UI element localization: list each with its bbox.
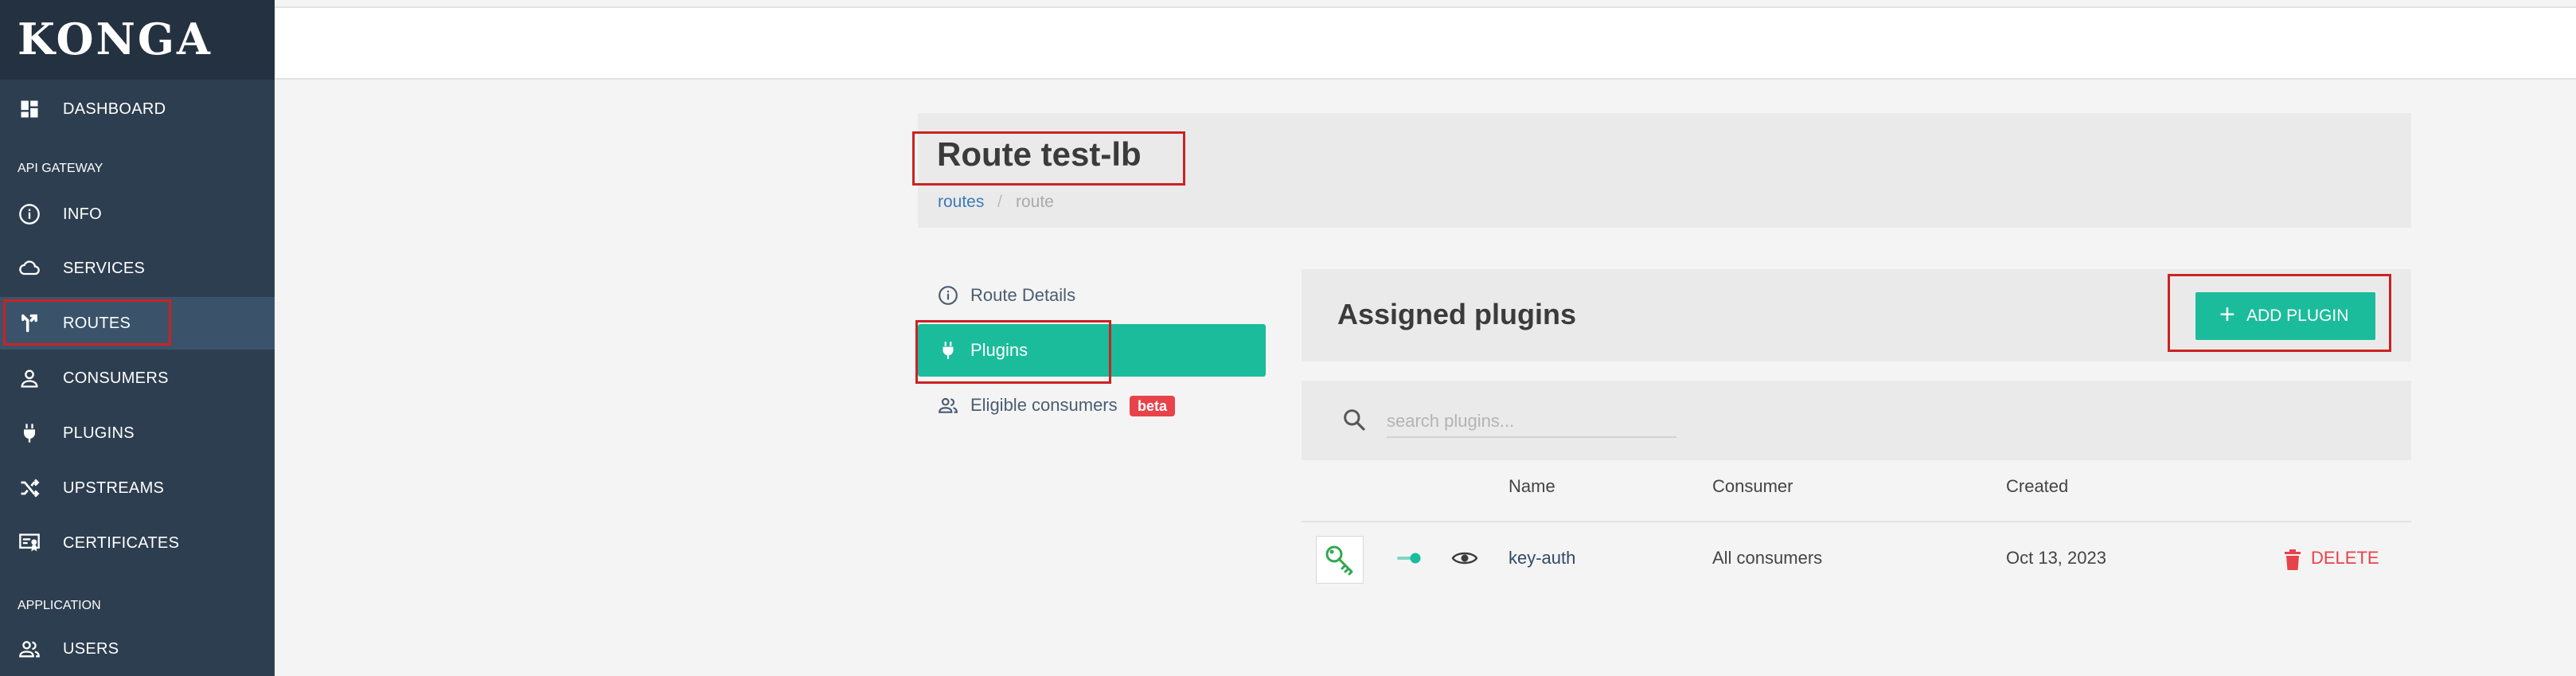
routes-icon: [18, 312, 41, 334]
sidebar-item-dashboard[interactable]: DASHBOARD: [0, 83, 275, 135]
add-plugin-label: ADD PLUGIN: [2246, 307, 2349, 325]
user-icon: [18, 367, 41, 389]
plug-icon: [18, 422, 41, 444]
konga-logo[interactable]: KONGA: [18, 13, 213, 65]
tab-label: Route Details: [970, 285, 1076, 305]
konga-app: KONGA DASHBOARD API GATEWAY INFO SERVICE…: [0, 0, 2576, 676]
search-icon: [1341, 407, 1367, 432]
certificate-icon: [18, 532, 41, 554]
panel-title: Assigned plugins: [1337, 298, 1577, 330]
plus-icon: +: [2219, 299, 2235, 330]
users-icon: [18, 638, 41, 660]
plugin-name-link[interactable]: key-auth: [1509, 546, 1575, 570]
sidebar-item-plugins[interactable]: PLUGINS: [0, 407, 275, 459]
assigned-plugins-header: Assigned plugins + ADD PLUGIN: [1302, 269, 2411, 361]
logo-bar: KONGA: [0, 0, 275, 80]
sidebar-item-users[interactable]: USERS: [0, 623, 275, 675]
search-plugins-input[interactable]: [1387, 406, 1676, 438]
key-auth-plugin-icon: [1316, 536, 1364, 584]
plug-icon: [938, 340, 958, 361]
sidebar-item-routes[interactable]: ROUTES: [0, 297, 275, 350]
page-header: Route test-lb routes / route: [918, 113, 2411, 228]
breadcrumb-current: route: [1016, 193, 1054, 211]
top-bar: [275, 6, 2576, 80]
sidebar-item-info[interactable]: INFO: [0, 188, 275, 240]
sidebar-item-services[interactable]: SERVICES: [0, 242, 275, 295]
tab-eligible-consumers[interactable]: Eligible consumers beta: [918, 379, 1266, 432]
plugin-enabled-toggle[interactable]: [1397, 551, 1423, 565]
sidebar-item-label: ROUTES: [63, 315, 131, 332]
section-api-gateway: API GATEWAY: [18, 162, 103, 175]
column-header-created: Created: [2006, 476, 2069, 496]
delete-label: DELETE: [2311, 548, 2379, 568]
breadcrumb-routes-link[interactable]: routes: [938, 193, 984, 212]
page-title: Route test-lb: [937, 135, 1142, 173]
sidebar-item-label: UPSTREAMS: [63, 479, 165, 497]
sidebar-item-label: CERTIFICATES: [63, 534, 180, 552]
column-header-name: Name: [1509, 476, 1555, 496]
table-row: key-auth All consumers Oct 13, 2023 DELE…: [1302, 522, 2411, 602]
tab-plugins[interactable]: Plugins: [918, 324, 1266, 377]
breadcrumb-separator: /: [997, 193, 1002, 211]
add-plugin-button[interactable]: + ADD PLUGIN: [2195, 292, 2375, 340]
trash-icon: [2283, 549, 2302, 570]
users-icon: [938, 395, 958, 416]
tab-label: Plugins: [970, 340, 1028, 360]
delete-plugin-button[interactable]: DELETE: [2283, 538, 2387, 578]
shuffle-icon: [18, 477, 41, 499]
sidebar-item-label: CONSUMERS: [63, 369, 169, 387]
section-application: APPLICATION: [18, 599, 101, 612]
info-icon: [938, 285, 958, 306]
plugin-created: Oct 13, 2023: [2006, 548, 2106, 568]
sidebar-item-label: SERVICES: [63, 260, 146, 277]
eye-icon[interactable]: [1451, 549, 1478, 568]
sidebar-item-label: INFO: [63, 205, 102, 223]
tab-label: Eligible consumers: [970, 395, 1118, 415]
search-bar: [1302, 381, 2411, 460]
sidebar-item-label: USERS: [63, 640, 119, 658]
sidebar: KONGA DASHBOARD API GATEWAY INFO SERVICE…: [0, 0, 275, 676]
tab-route-details[interactable]: Route Details: [918, 269, 1266, 322]
cloud-icon: [18, 257, 41, 279]
sidebar-item-label: DASHBOARD: [63, 100, 166, 118]
beta-badge: beta: [1130, 396, 1176, 416]
sidebar-item-certificates[interactable]: CERTIFICATES: [0, 517, 275, 569]
dashboard-icon: [18, 98, 41, 120]
sidebar-item-label: PLUGINS: [63, 424, 135, 442]
info-icon: [18, 203, 41, 225]
plugin-consumer: All consumers: [1712, 548, 1823, 568]
sidebar-item-consumers[interactable]: CONSUMERS: [0, 352, 275, 404]
column-header-consumer: Consumer: [1712, 476, 1793, 496]
sidebar-item-upstreams[interactable]: UPSTREAMS: [0, 462, 275, 514]
